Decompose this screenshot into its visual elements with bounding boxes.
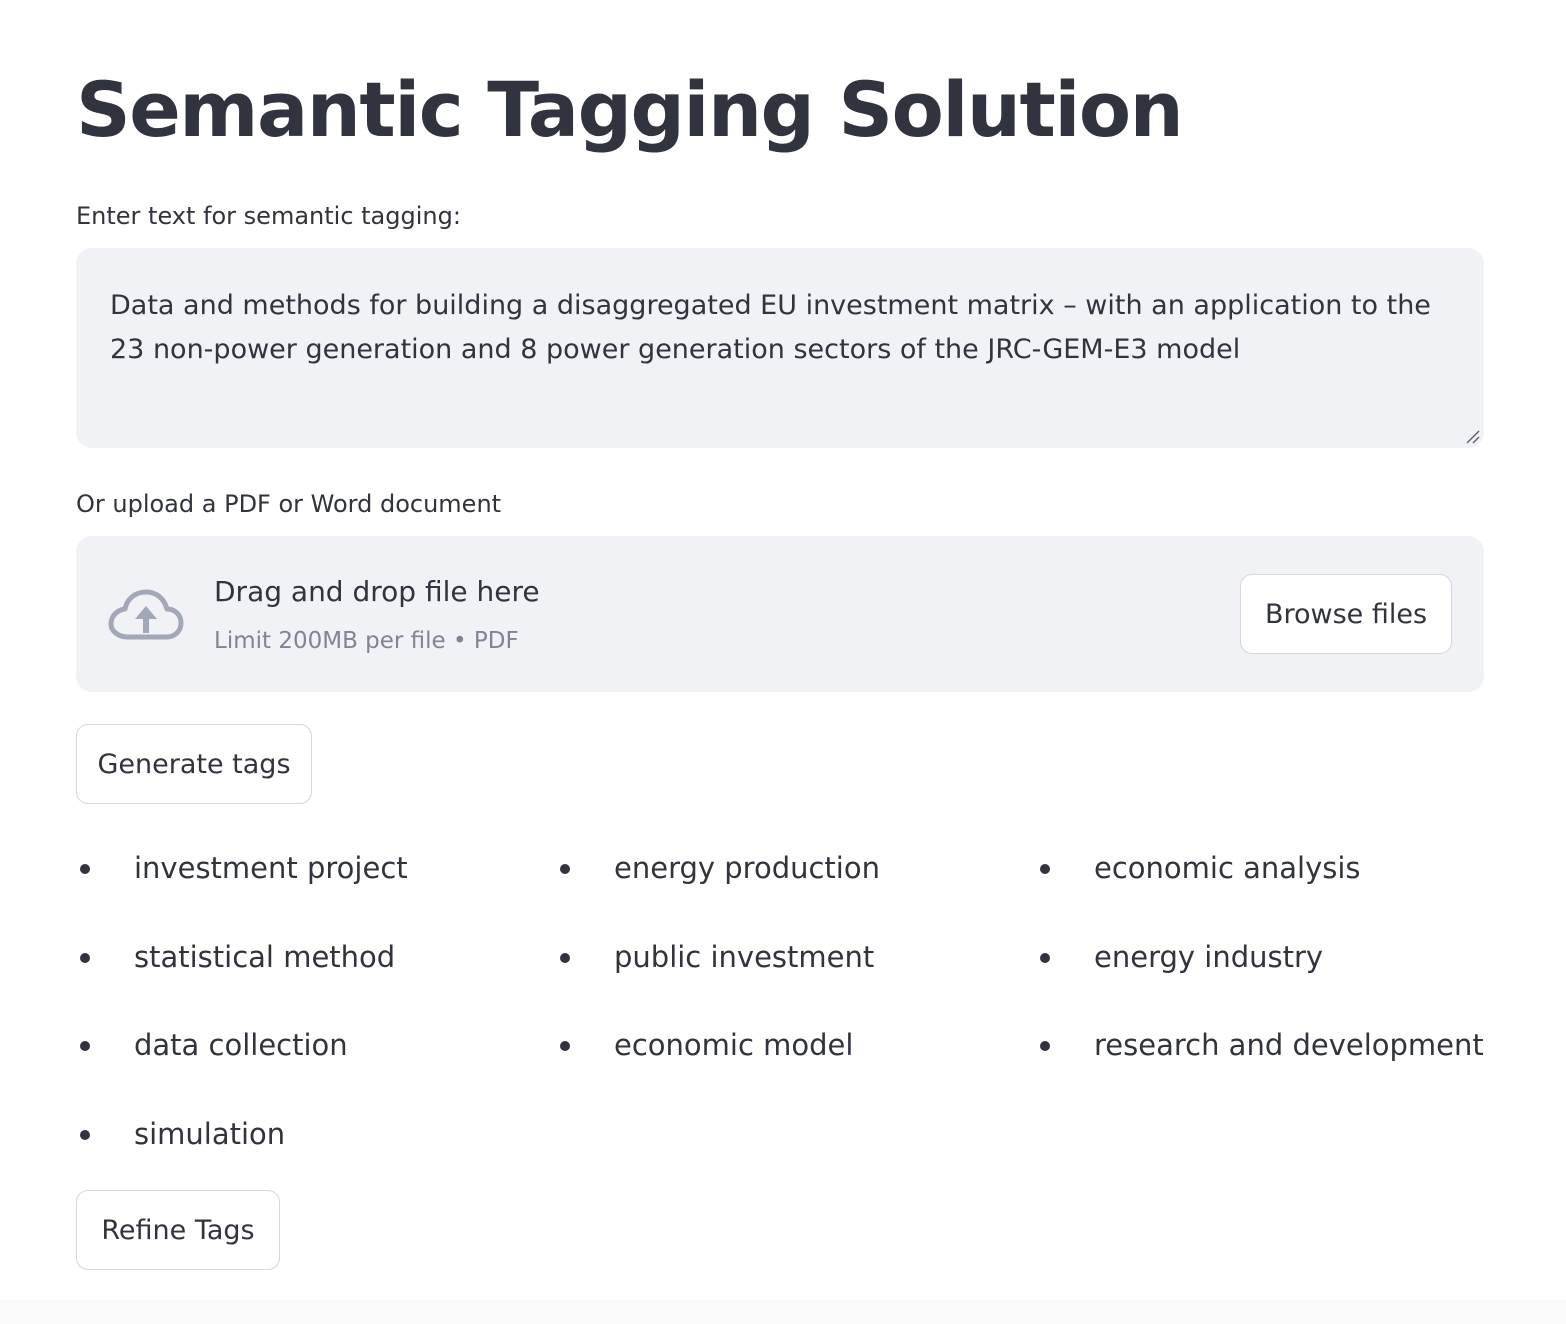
dropzone-limit: Limit 200MB per file • PDF xyxy=(214,628,519,654)
text-input-area[interactable]: Data and methods for building a disaggre… xyxy=(76,248,1484,448)
tag-text: energy production xyxy=(614,851,880,885)
tag-text: research and development xyxy=(1094,1028,1484,1062)
resize-handle-icon[interactable] xyxy=(1466,430,1480,444)
browse-files-button[interactable]: Browse files xyxy=(1240,574,1452,654)
bullet-icon xyxy=(1040,953,1050,963)
file-dropzone[interactable]: Drag and drop file here Limit 200MB per … xyxy=(76,536,1484,692)
bullet-icon xyxy=(560,1041,570,1051)
generate-tags-button[interactable]: Generate tags xyxy=(76,724,312,804)
bullet-icon xyxy=(80,864,90,874)
text-input-label: Enter text for semantic tagging: xyxy=(76,202,461,230)
bottom-strip xyxy=(0,1300,1566,1324)
bullet-icon xyxy=(1040,1041,1050,1051)
cloud-upload-icon xyxy=(108,589,184,640)
dropzone-title: Drag and drop file here xyxy=(214,575,540,608)
refine-tags-button[interactable]: Refine Tags xyxy=(76,1190,280,1270)
tag-text: data collection xyxy=(134,1028,348,1062)
tag-text: simulation xyxy=(134,1117,286,1151)
tag-text: energy industry xyxy=(1094,940,1324,974)
bullet-icon xyxy=(560,953,570,963)
tag-text: investment project xyxy=(134,851,408,885)
bullet-icon xyxy=(80,1041,90,1051)
bullet-icon xyxy=(80,953,90,963)
tag-text: public investment xyxy=(614,940,875,974)
upload-label: Or upload a PDF or Word document xyxy=(76,490,502,518)
bullet-icon xyxy=(80,1130,90,1140)
tag-text: economic analysis xyxy=(1094,851,1361,885)
page-title: Semantic Tagging Solution xyxy=(76,65,1184,154)
tag-text: statistical method xyxy=(134,940,396,974)
tag-text: economic model xyxy=(614,1028,854,1062)
bullet-icon xyxy=(560,864,570,874)
bullet-icon xyxy=(1040,864,1050,874)
text-input-value: Data and methods for building a disaggre… xyxy=(110,290,1431,365)
